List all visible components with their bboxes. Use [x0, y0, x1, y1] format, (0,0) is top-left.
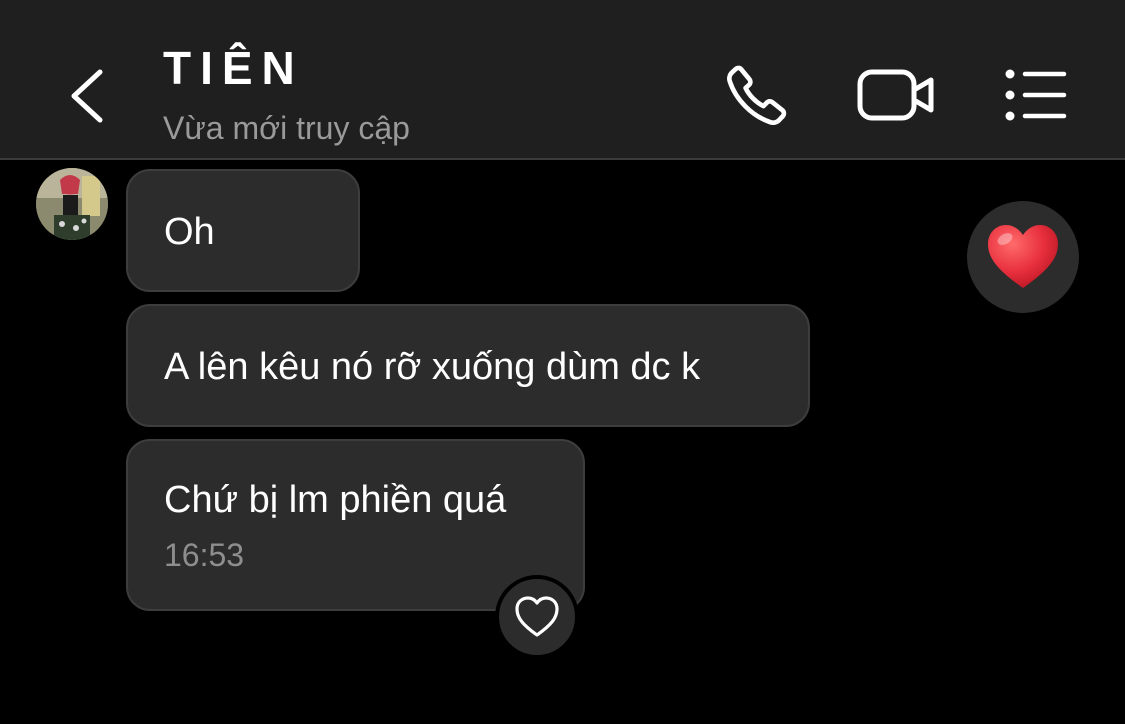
- chat-header: TIÊN Vừa mới truy cập: [0, 0, 1125, 160]
- list-icon: [1005, 69, 1067, 121]
- call-button[interactable]: [722, 60, 792, 130]
- message-text: A lên kêu nó rỡ xuống dùm dc k: [164, 346, 701, 388]
- chevron-left-icon: [71, 69, 103, 123]
- video-camera-icon: [857, 69, 934, 121]
- quick-react-heart-button[interactable]: [967, 201, 1079, 313]
- avatar-photo-icon: [36, 168, 108, 240]
- message-timestamp: 16:53: [164, 537, 245, 573]
- chat-details-button[interactable]: [1000, 60, 1070, 130]
- heart-outline-icon: [515, 596, 559, 637]
- message-bubble[interactable]: Oh: [126, 169, 360, 292]
- back-button[interactable]: [58, 62, 118, 126]
- contact-status: Vừa mới truy cập: [163, 110, 410, 146]
- message-text: Oh: [164, 211, 215, 253]
- phone-icon: [727, 65, 787, 125]
- react-heart-button[interactable]: [495, 575, 579, 659]
- message-bubble[interactable]: A lên kêu nó rỡ xuống dùm dc k: [126, 304, 810, 427]
- video-call-button[interactable]: [855, 60, 937, 130]
- message-text: Chứ bị lm phiền quá: [164, 479, 507, 521]
- red-heart-icon: [988, 225, 1058, 288]
- contact-avatar[interactable]: [36, 168, 108, 240]
- contact-name[interactable]: TIÊN: [163, 40, 304, 96]
